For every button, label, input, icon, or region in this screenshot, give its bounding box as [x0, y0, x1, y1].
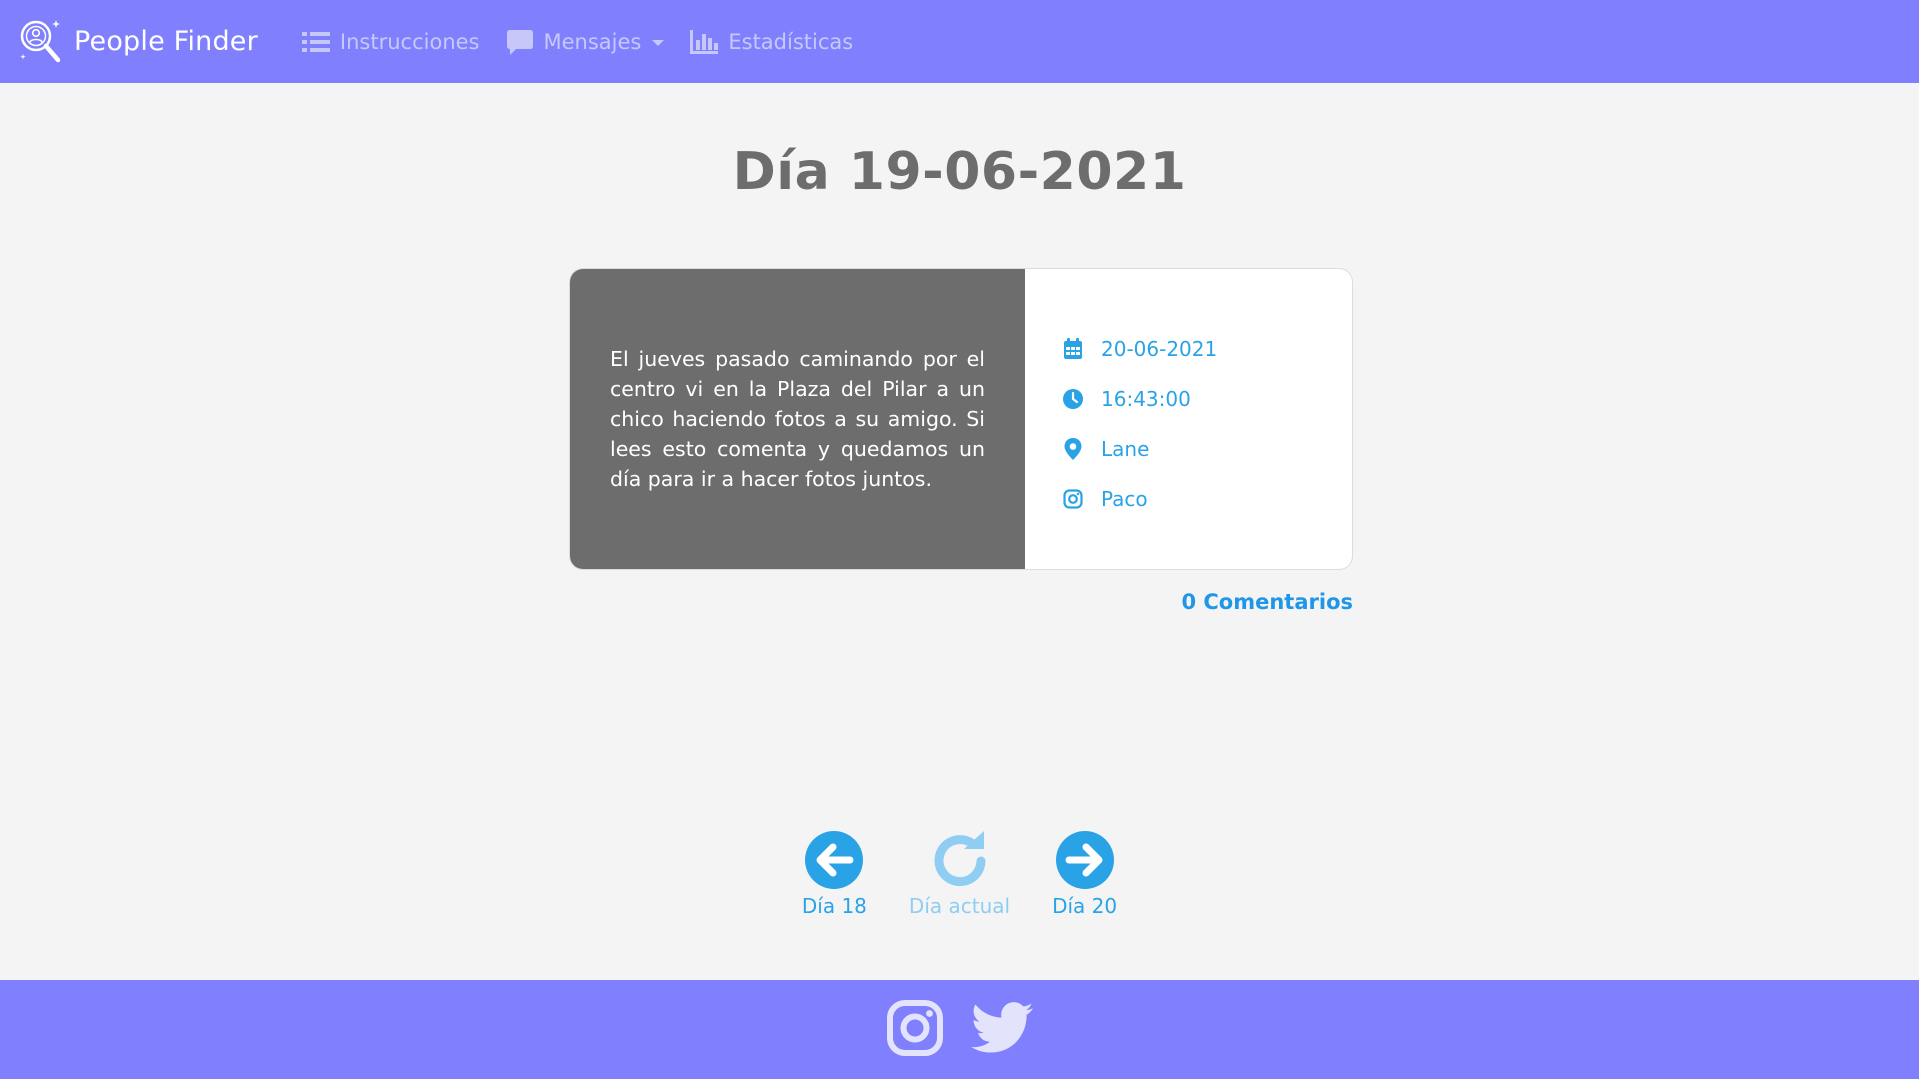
footer: [0, 980, 1919, 1079]
nav-links: Instrucciones Mensajes Estadísticas: [301, 28, 879, 56]
current-day-button[interactable]: Día actual: [909, 830, 1010, 918]
nav-link-label: Estadísticas: [728, 29, 854, 54]
detail-date-value: 20-06-2021: [1101, 337, 1218, 361]
nav-link-instrucciones[interactable]: Instrucciones: [301, 29, 480, 54]
detail-time-value: 16:43:00: [1101, 387, 1191, 411]
detail-instagram: Paco: [1063, 474, 1352, 524]
detail-instagram-value: Paco: [1101, 487, 1148, 511]
bar-chart-icon: [690, 29, 719, 54]
clock-icon: [1063, 389, 1083, 409]
brand-link[interactable]: People Finder: [18, 18, 258, 66]
detail-place: Lane: [1063, 424, 1352, 474]
detail-place-value: Lane: [1101, 437, 1150, 461]
detail-date: 20-06-2021: [1063, 324, 1352, 374]
message-body: El jueves pasado caminando por el centro…: [570, 269, 1025, 569]
page-title: Día 19-06-2021: [732, 142, 1187, 202]
map-marker-icon: [1064, 438, 1082, 460]
twitter-icon: [970, 1001, 1033, 1053]
next-day-label: Día 20: [1052, 894, 1118, 918]
previous-day-label: Día 18: [801, 894, 867, 918]
message-details: 20-06-2021 16:43:00 Lane Paco: [1025, 269, 1352, 569]
previous-day-button[interactable]: Día 18: [802, 830, 867, 918]
arrow-right-circle-icon: [1055, 831, 1114, 889]
list-icon: [301, 31, 330, 52]
detail-time: 16:43:00: [1063, 374, 1352, 424]
nav-link-label: Instrucciones: [339, 29, 480, 54]
arrow-left-circle-icon: [805, 831, 864, 889]
nav-link-estadisticas[interactable]: Estadísticas: [690, 29, 854, 54]
navbar: People Finder Instrucciones Mensajes Est…: [0, 0, 1919, 83]
comments-link[interactable]: 0 Comentarios: [1181, 590, 1353, 614]
instagram-icon: [1063, 489, 1083, 509]
people-search-logo-icon: [20, 19, 61, 62]
instagram-link[interactable]: [886, 999, 943, 1060]
day-navigation: Día 18 Día actual Día 20: [0, 830, 1919, 918]
message-card: El jueves pasado caminando por el centro…: [569, 268, 1353, 570]
nav-link-mensajes-dropdown[interactable]: Mensajes: [506, 28, 665, 56]
comment-icon: [506, 29, 533, 55]
twitter-link[interactable]: [970, 1001, 1033, 1058]
redo-icon: [934, 831, 985, 887]
nav-link-label: Mensajes: [543, 29, 642, 54]
caret-down-icon: [652, 39, 665, 46]
brand-name: People Finder: [74, 26, 258, 57]
instagram-icon: [886, 999, 943, 1056]
current-day-label: Día actual: [908, 894, 1011, 918]
next-day-button[interactable]: Día 20: [1052, 830, 1117, 918]
calendar-icon: [1064, 338, 1082, 359]
message-text: El jueves pasado caminando por el centro…: [610, 347, 985, 491]
